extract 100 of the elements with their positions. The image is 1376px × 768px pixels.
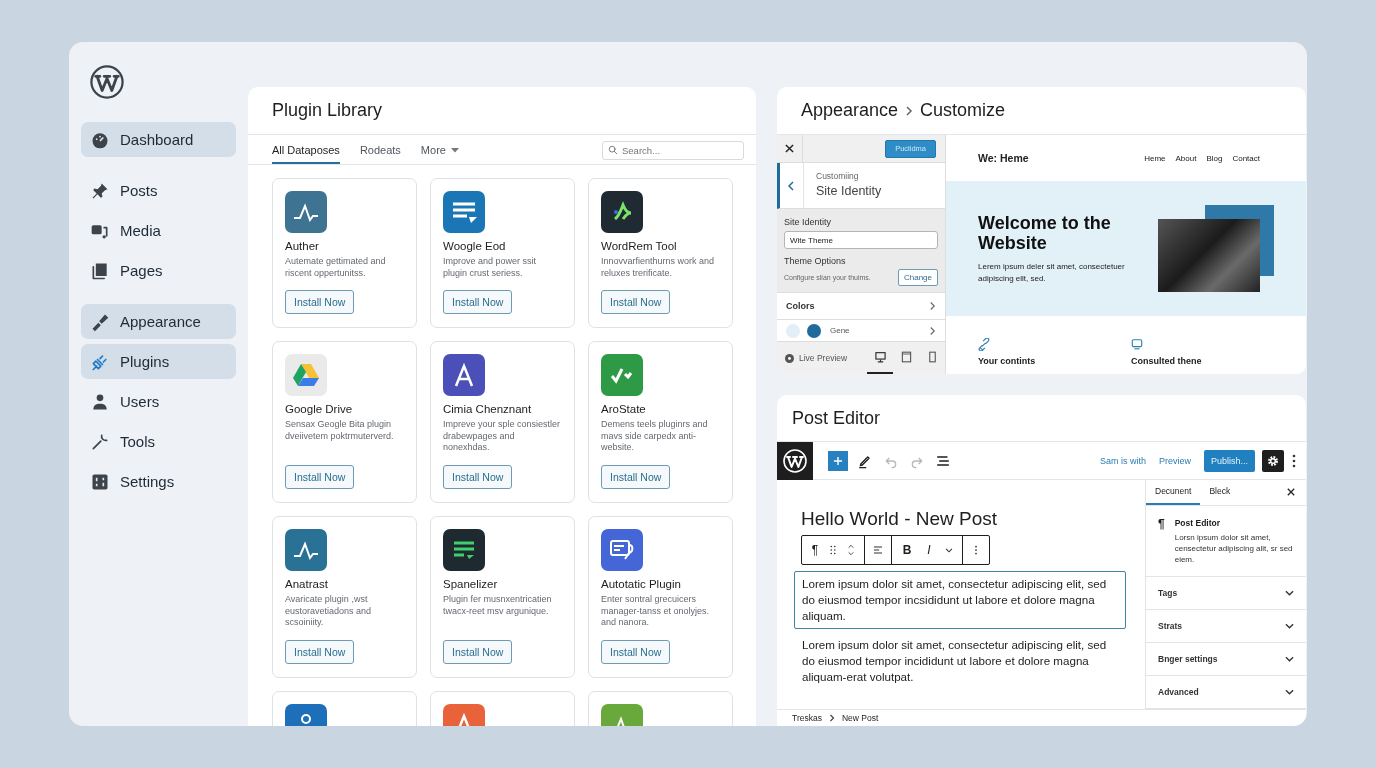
live-preview-toggle[interactable]: Live Preview: [785, 342, 848, 374]
color-swatch[interactable]: [807, 323, 821, 338]
install-button[interactable]: Install Now: [601, 640, 671, 664]
align-left-icon: [871, 543, 885, 557]
more-icon[interactable]: [1292, 453, 1296, 468]
panel-title: Appearance: [801, 100, 899, 121]
install-button[interactable]: Install Now: [285, 640, 355, 664]
block-title: Post Editor: [1174, 517, 1222, 528]
section-title: Site Identity: [816, 184, 882, 198]
site-title-field[interactable]: Wite Theme: [784, 231, 938, 249]
section-eyebrow: Customiing: [816, 171, 860, 181]
paragraph-block[interactable]: Lorem ipsum dolor sit amet, consectetur adipiscing elit, sed do eiusmod tempor incididunt ut labore et dolore magna aliquam-erat volutpat.: [794, 636, 1126, 686]
settings-icon: [1266, 453, 1280, 468]
nav-link[interactable]: Contact: [1232, 153, 1260, 163]
tab[interactable]: All Dataposes: [272, 135, 340, 164]
settings-panel-toggle[interactable]: Bnger settings: [1146, 643, 1306, 676]
sidebar-item[interactable]: Appearance: [81, 304, 236, 339]
chevron-down-icon: [1285, 689, 1294, 695]
breadcrumb-link[interactable]: Treskas: [792, 713, 822, 723]
panel-title: Plugin Library: [272, 100, 383, 121]
paragraph-block[interactable]: Lorem ipsum dolor sit amet, consectetur adipiscing elit, sed do eiusmod tempor incsididunt ut labore et dolore magna aliquam.: [794, 571, 1126, 629]
nav-link[interactable]: About: [1175, 153, 1197, 163]
install-button[interactable]: Install Now: [601, 290, 671, 314]
wordpress-button[interactable]: [777, 441, 813, 480]
tablet-icon: [900, 351, 912, 363]
chevron-left-icon: [788, 180, 795, 191]
plugin-name: Google Drive: [285, 403, 354, 415]
nav-link[interactable]: Blog: [1206, 153, 1223, 163]
install-button[interactable]: Install Now: [601, 465, 671, 489]
install-button[interactable]: Install Now: [443, 290, 513, 314]
plugin-name: Cimia Chenznant: [443, 403, 533, 415]
chevron-down-icon: [1285, 590, 1294, 596]
panel-title: Customize: [920, 100, 1006, 121]
plugin-name: AroState: [601, 403, 647, 415]
install-button[interactable]: Install Now: [443, 640, 513, 664]
settings-panel-toggle[interactable]: Tags: [1146, 577, 1306, 610]
breadcrumb-link[interactable]: New Post: [841, 713, 879, 723]
close-icon: [785, 144, 794, 153]
sidebar-item[interactable]: Tools: [81, 424, 236, 459]
toolbar-link[interactable]: Preview: [1158, 455, 1191, 466]
colors-row[interactable]: Colors: [777, 292, 945, 320]
tab[interactable]: More: [420, 135, 459, 164]
plugin-description: Demens teels pluginrs and mavs side carpedx anti-website.: [601, 419, 709, 454]
wordpress-logo[interactable]: [90, 65, 124, 99]
toolbar-link[interactable]: Sam is with: [1099, 455, 1146, 466]
settings-button[interactable]: [1262, 449, 1284, 472]
sidebar-item[interactable]: Settings: [81, 464, 236, 499]
format-button[interactable]: I: [918, 537, 940, 563]
swatch-label: Gene: [830, 326, 850, 335]
feature-label: Consulted thene: [1131, 356, 1203, 366]
tab[interactable]: Decunent: [1146, 480, 1201, 505]
install-button[interactable]: Install Now: [285, 290, 355, 314]
plugin-description: Avaricate plugin ,wst eustoravetiadons and scsoiniity.: [285, 594, 373, 629]
sidebar-item[interactable]: Pages: [81, 253, 236, 288]
settings-panel-toggle[interactable]: Advanced: [1146, 676, 1306, 709]
tab[interactable]: Rodeats: [359, 135, 401, 164]
mobile-icon: [926, 351, 938, 363]
field-label: Theme Options: [784, 256, 847, 266]
install-button[interactable]: Install Now: [285, 465, 355, 489]
chevron-right-icon: [929, 325, 936, 336]
plugin-name: Spanelizer: [443, 578, 499, 590]
search-field[interactable]: Search...: [602, 141, 744, 160]
color-swatch[interactable]: [786, 323, 800, 338]
chevron-right-icon: [904, 104, 915, 117]
sidebar-item[interactable]: Plugins: [81, 344, 236, 379]
plugin-description: Sensax Geogle Bita plugin dveiivetem poktrmuterverd.: [285, 419, 395, 442]
publish-button[interactable]: Publish...: [1203, 449, 1255, 472]
caret-icon: [450, 146, 459, 153]
plugin-description: Enter sontral grecuicers manager-tanss et onolyjes. and nanora.: [601, 594, 711, 629]
sidebar-item[interactable]: Media: [81, 213, 236, 248]
plugin-description: Impreve your sple consiestler drabewpages and nonexhdas.: [443, 419, 562, 454]
install-button[interactable]: Install Now: [443, 465, 513, 489]
paragraph-symbol: ¶: [1158, 517, 1165, 533]
wordpress-logo: [783, 448, 807, 473]
chevron-right-icon: [828, 714, 835, 722]
chevron-down-icon: [1285, 623, 1294, 629]
block-description: Lorsn ipsum dolor sit amet, censectetur adipiscing alit, sr sed eiem.: [1174, 531, 1294, 565]
plugin-name: Woogle Eod: [443, 240, 507, 252]
format-button[interactable]: ¶: [806, 537, 824, 563]
tab[interactable]: Bleck: [1200, 480, 1240, 505]
plugin-description: Autemate gettimated and riscent oppertunitss.: [285, 256, 387, 279]
close-icon: [1287, 488, 1295, 497]
format-button[interactable]: B: [896, 537, 918, 563]
plugin-name: Anatrast: [285, 578, 329, 590]
plugin-description: Plugin fer musnxentricatien twacx-reet msv argunique.: [443, 594, 553, 617]
change-button[interactable]: Change: [897, 269, 938, 286]
settings-panel-toggle[interactable]: Strats: [1146, 610, 1306, 643]
desktop-icon: [874, 351, 886, 363]
sidebar-item[interactable]: Dashboard: [81, 122, 236, 157]
plugin-description: Improve and power ssit plugin crust seriess.: [443, 256, 538, 279]
monitor-icon: [1131, 338, 1143, 351]
nav-link[interactable]: Heme: [1144, 153, 1166, 163]
site-title: We: Heme: [978, 152, 1029, 164]
panel-title: Post Editor: [792, 407, 881, 429]
post-title: Hello World - New Post: [801, 508, 998, 530]
sidebar-item[interactable]: Posts: [81, 173, 236, 208]
plugin-name: Autotatic Plugin: [601, 578, 682, 590]
sidebar-item[interactable]: Users: [81, 384, 236, 419]
chevron-down-icon: [1285, 656, 1294, 662]
plugin-name: WordRem Tool: [601, 240, 678, 252]
